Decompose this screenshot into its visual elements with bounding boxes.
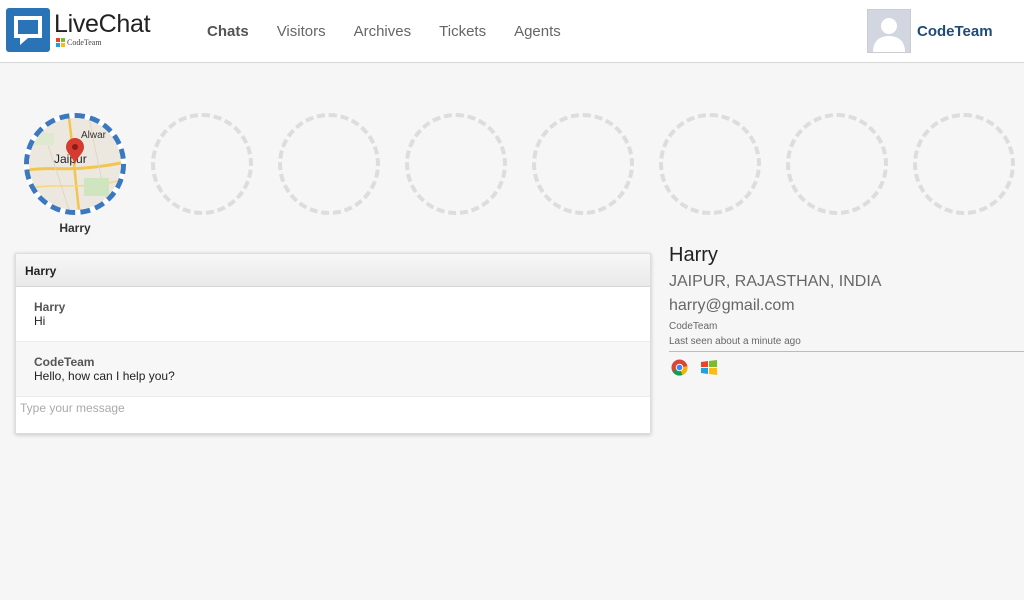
nav-agents[interactable]: Agents xyxy=(514,23,561,40)
chat-slot-empty xyxy=(151,113,253,215)
message-author: Harry xyxy=(34,300,66,314)
top-header: LiveChat CodeTeam Chats Visitors Archive… xyxy=(0,0,1024,63)
nav-visitors[interactable]: Visitors xyxy=(277,23,326,40)
message-item: CodeTeam Hello, how can I help you? xyxy=(16,342,650,397)
map-pin-icon xyxy=(66,138,84,171)
assigned-agent: CodeTeam xyxy=(669,321,718,332)
message-item: Harry Hi xyxy=(16,287,650,342)
windows-flag-icon xyxy=(56,38,65,47)
nav-archives[interactable]: Archives xyxy=(354,23,412,40)
message-text: Hello, how can I help you? xyxy=(34,369,175,383)
chat-slot-empty xyxy=(659,113,761,215)
user-menu[interactable]: CodeTeam xyxy=(867,9,993,53)
logo-subtitle: CodeTeam xyxy=(56,38,102,47)
chat-slot-empty xyxy=(278,113,380,215)
visitor-platform xyxy=(671,359,718,381)
visitor-name: Harry xyxy=(669,244,718,266)
user-name: CodeTeam xyxy=(917,22,993,40)
map-label-alwar: Alwar xyxy=(81,130,107,141)
chat-slot-active[interactable]: Alwar Jaipur xyxy=(24,113,126,215)
nav-chats[interactable]: Chats xyxy=(207,23,249,40)
visitor-location: JAIPUR, RAJASTHAN, INDIA xyxy=(669,273,882,290)
nav-tickets[interactable]: Tickets xyxy=(439,23,486,40)
avatar-placeholder-icon xyxy=(867,9,911,53)
main-nav: Chats Visitors Archives Tickets Agents xyxy=(207,23,589,40)
message-author: CodeTeam xyxy=(34,355,95,369)
chat-window-title: Harry xyxy=(16,254,650,287)
chat-window: Harry Harry Hi CodeTeam Hello, how can I… xyxy=(15,253,651,434)
divider xyxy=(669,351,1024,352)
active-chat-label: Harry xyxy=(59,221,91,235)
livechat-logo[interactable]: LiveChat CodeTeam xyxy=(6,8,166,54)
chat-slot-empty xyxy=(913,113,1015,215)
last-seen: Last seen about a minute ago xyxy=(669,336,801,347)
chat-slot-empty xyxy=(532,113,634,215)
chat-bubble-icon xyxy=(6,8,50,52)
windows-icon xyxy=(700,359,718,381)
chat-slot-empty xyxy=(405,113,507,215)
message-input[interactable] xyxy=(20,401,640,415)
message-text: Hi xyxy=(34,314,46,328)
chat-slot-empty xyxy=(786,113,888,215)
logo-subtitle-text: CodeTeam xyxy=(67,38,102,47)
logo-title: LiveChat xyxy=(54,10,151,38)
visitor-info-panel: Harry JAIPUR, RAJASTHAN, INDIA harry@gma… xyxy=(669,244,1024,352)
chrome-icon xyxy=(671,359,688,381)
visitor-email: harry@gmail.com xyxy=(669,297,795,314)
